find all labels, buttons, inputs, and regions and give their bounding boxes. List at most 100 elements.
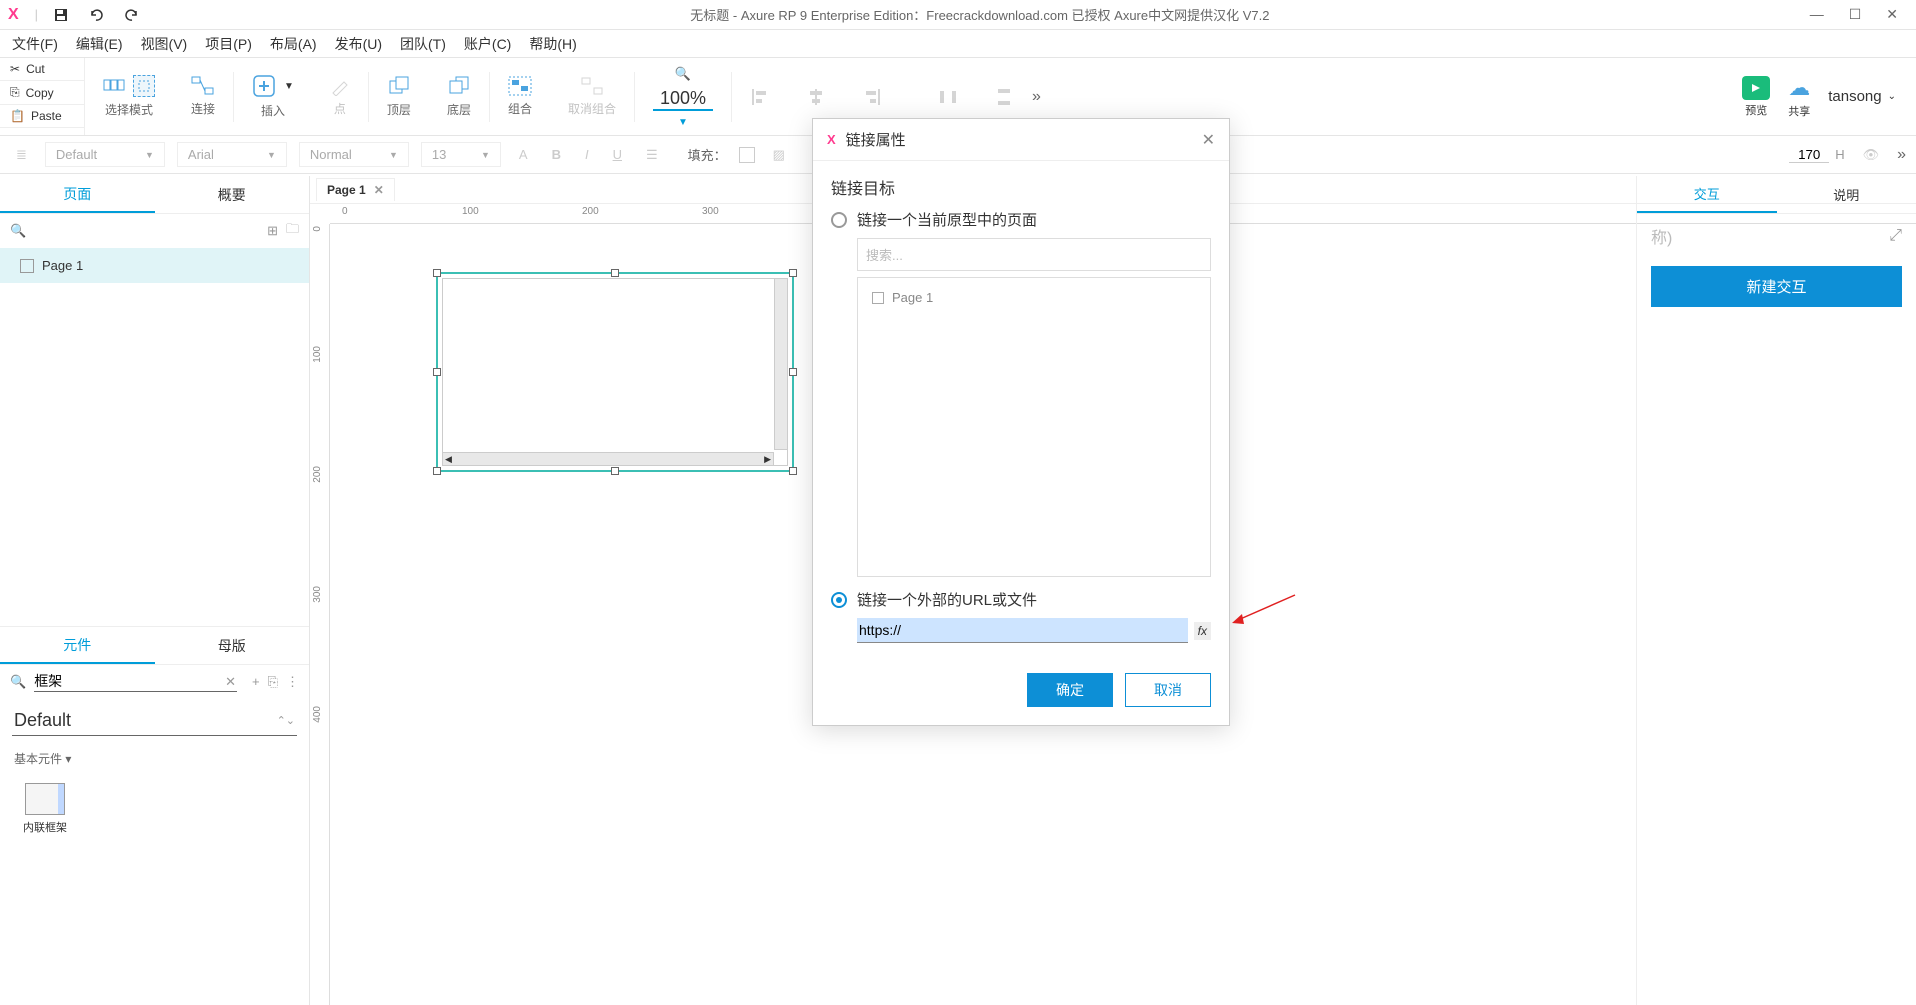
pen-icon xyxy=(330,76,350,96)
expand-icon[interactable]: ⤢ xyxy=(1889,227,1902,245)
menu-publish[interactable]: 发布(U) xyxy=(335,34,382,54)
text-color-icon[interactable]: A xyxy=(513,145,534,164)
underline-icon[interactable]: U xyxy=(607,145,628,164)
close-tab-icon[interactable]: ✕ xyxy=(374,183,384,197)
resize-handle[interactable] xyxy=(789,467,797,475)
paste-button[interactable]: 📋Paste xyxy=(0,105,84,128)
radio-link-page[interactable]: 链接一个当前原型中的页面 xyxy=(831,209,1211,230)
search-icon[interactable]: 🔍 xyxy=(10,223,26,239)
menu-layout[interactable]: 布局(A) xyxy=(270,34,317,54)
widget-name-placeholder[interactable]: 称) xyxy=(1651,224,1672,248)
toolbar-overflow[interactable]: » xyxy=(1032,88,1041,106)
weight-select[interactable]: Normal▼ xyxy=(299,142,409,167)
widget-search-input[interactable] xyxy=(34,671,237,692)
library-select[interactable]: Default⌃⌄ xyxy=(12,706,297,736)
search-icon: 🔍 xyxy=(675,66,691,82)
select-mode-group[interactable]: 选择模式 xyxy=(85,58,173,135)
zoom-input[interactable] xyxy=(653,88,713,111)
fill-color-swatch[interactable] xyxy=(739,147,755,163)
size-select[interactable]: 13▼ xyxy=(421,142,501,167)
zoom-control[interactable]: 🔍 ▼ xyxy=(635,58,731,135)
undo-icon[interactable] xyxy=(88,8,104,22)
radio-icon[interactable] xyxy=(831,212,847,228)
page-tree-item[interactable]: Page 1 xyxy=(0,248,309,283)
fx-button[interactable]: fx xyxy=(1194,622,1211,640)
resize-handle[interactable] xyxy=(433,368,441,376)
menu-help[interactable]: 帮助(H) xyxy=(529,34,576,54)
menu-project[interactable]: 项目(P) xyxy=(205,34,252,54)
resize-handle[interactable] xyxy=(611,269,619,277)
url-input[interactable] xyxy=(857,618,1188,643)
cancel-button[interactable]: 取消 xyxy=(1125,673,1211,707)
font-select[interactable]: Arial▼ xyxy=(177,142,287,167)
style-select[interactable]: Default▼ xyxy=(45,142,165,167)
dialog-close-icon[interactable]: ✕ xyxy=(1202,130,1215,150)
cut-button[interactable]: ✂Cut xyxy=(0,58,84,81)
tab-interaction[interactable]: 交互 xyxy=(1637,176,1777,213)
library-list-icon[interactable]: ⎘ xyxy=(268,674,278,690)
page-search-input[interactable]: 搜索... xyxy=(857,238,1211,271)
menu-file[interactable]: 文件(F) xyxy=(12,34,58,54)
radio-icon[interactable] xyxy=(831,592,847,608)
fill-image-icon[interactable]: ▨ xyxy=(767,145,791,165)
plus-icon xyxy=(252,74,276,98)
cloud-icon[interactable]: ☁ xyxy=(1788,75,1810,101)
canvas-page-tab[interactable]: Page 1 ✕ xyxy=(316,178,395,201)
maximize-button[interactable]: ☐ xyxy=(1849,6,1862,23)
connect-group[interactable]: 连接 xyxy=(173,58,233,135)
save-icon[interactable] xyxy=(54,8,68,22)
format-overflow[interactable]: » xyxy=(1897,146,1906,164)
resize-handle[interactable] xyxy=(433,467,441,475)
new-interaction-button[interactable]: 新建交互 xyxy=(1651,266,1902,307)
page-list[interactable]: Page 1 xyxy=(857,277,1211,577)
add-page-icon[interactable]: ⊞ xyxy=(267,223,278,239)
minimize-button[interactable]: — xyxy=(1810,6,1824,23)
menu-account[interactable]: 账户(C) xyxy=(464,34,511,54)
send-back-group[interactable]: 底层 xyxy=(429,58,489,135)
group-button[interactable]: 组合 xyxy=(490,58,550,135)
preview-button[interactable] xyxy=(1742,76,1770,100)
connect-icon xyxy=(191,76,215,96)
page-list-item[interactable]: Page 1 xyxy=(866,286,1202,309)
menu-edit[interactable]: 编辑(E) xyxy=(76,34,123,54)
height-field[interactable]: H xyxy=(1789,147,1844,163)
insert-group[interactable]: ▼ 插入 xyxy=(234,58,312,135)
widget-category[interactable]: 基本元件 ▾ xyxy=(0,744,309,773)
tab-outline[interactable]: 概要 xyxy=(155,176,310,213)
resize-handle[interactable] xyxy=(789,368,797,376)
clear-search-icon[interactable]: ✕ xyxy=(225,674,236,690)
copy-button[interactable]: ⎘Copy xyxy=(0,81,84,105)
ok-button[interactable]: 确定 xyxy=(1027,673,1113,707)
chevron-down-icon[interactable]: ▼ xyxy=(678,117,688,128)
add-folder-icon[interactable]: 🗀 xyxy=(286,220,299,242)
radio-link-url[interactable]: 链接一个外部的URL或文件 xyxy=(831,589,1211,610)
resize-handle[interactable] xyxy=(789,269,797,277)
iframe-widget[interactable]: 内联框架 xyxy=(10,777,80,841)
menu-view[interactable]: 视图(V) xyxy=(141,34,188,54)
iframe-scrollbar-v xyxy=(774,278,788,450)
redo-icon[interactable] xyxy=(124,8,140,22)
tab-notes[interactable]: 说明 xyxy=(1777,176,1916,213)
align-left-button[interactable] xyxy=(732,58,788,135)
bring-front-group[interactable]: 顶层 xyxy=(369,58,429,135)
bullets-icon[interactable]: ☰ xyxy=(640,145,664,165)
point-group[interactable]: 点 xyxy=(312,58,368,135)
add-library-icon[interactable]: + xyxy=(252,674,260,689)
paste-icon: 📋 xyxy=(10,109,25,123)
tab-masters[interactable]: 母版 xyxy=(155,627,310,664)
selected-iframe-widget[interactable]: ◀▶ xyxy=(436,272,794,472)
paragraph-icon[interactable]: ≣ xyxy=(10,145,33,165)
close-window-button[interactable]: ✕ xyxy=(1886,6,1898,23)
bold-icon[interactable]: B xyxy=(546,145,567,164)
library-menu-icon[interactable]: ⋮ xyxy=(286,674,299,690)
tab-widgets[interactable]: 元件 xyxy=(0,627,155,664)
visibility-icon[interactable]: 👁 xyxy=(1857,145,1886,165)
left-panel: 页面 概要 🔍 ⊞ 🗀 Page 1 元件 母版 🔍 ✕ + ⎘ ⋮ Defau… xyxy=(0,176,310,1005)
italic-icon[interactable]: I xyxy=(579,145,595,164)
resize-handle[interactable] xyxy=(433,269,441,277)
resize-handle[interactable] xyxy=(611,467,619,475)
user-menu[interactable]: tansong ⌄ xyxy=(1828,88,1896,105)
tab-pages[interactable]: 页面 xyxy=(0,176,155,213)
menu-team[interactable]: 团队(T) xyxy=(400,34,446,54)
ungroup-button[interactable]: 取消组合 xyxy=(550,58,634,135)
